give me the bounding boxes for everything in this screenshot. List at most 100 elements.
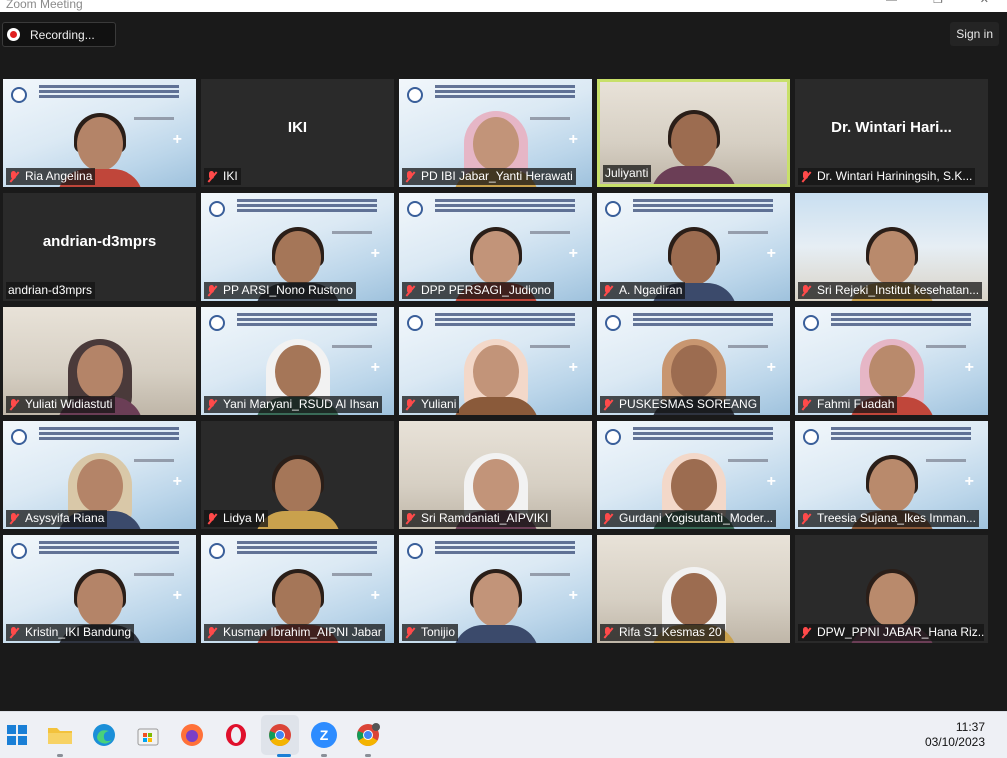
close-icon[interactable]: ✕ [980, 0, 989, 6]
recording-indicator[interactable]: Recording... [2, 22, 116, 47]
participant-name-label: PD IBI Jabar_Yanti Herawati [402, 168, 576, 185]
participant-name: Sri Ramdaniati_AIPVIKI [421, 511, 549, 525]
slide-logo [407, 543, 423, 559]
muted-mic-icon [206, 398, 218, 412]
slide-cross-icon: + [370, 587, 380, 604]
participant-tile[interactable]: + Asysyifa Riana [3, 421, 196, 529]
participant-tile[interactable]: + DPP PERSAGI_Judiono [399, 193, 592, 301]
participant-name: Yuliati Widiastuti [25, 397, 113, 411]
participant-name-label: PP ARSI_Nono Rustono [204, 282, 356, 299]
participant-tile[interactable]: + Kristin_IKI Bandung [3, 535, 196, 643]
participant-tile[interactable]: andrian-d3mprs andrian-d3mprs [3, 193, 196, 301]
participant-tile[interactable]: Sri Rejeki_Institut kesehatan... [795, 193, 988, 301]
maximize-icon[interactable]: ❐ [933, 0, 943, 6]
slide-text [435, 541, 575, 544]
participant-name-label: Yani Maryani_RSUD Al Ihsan [204, 396, 382, 413]
participant-name: A. Ngadiran [619, 283, 683, 297]
slide-cross-icon: + [964, 359, 974, 376]
opera-icon[interactable] [223, 722, 249, 748]
participant-tile[interactable]: Yuliati Widiastuti [3, 307, 196, 415]
participant-tile[interactable]: + PP ARSI_Nono Rustono [201, 193, 394, 301]
sign-in-button[interactable]: Sign in [950, 22, 999, 46]
slide-text [237, 199, 377, 202]
running-indicator [321, 754, 327, 757]
windows-start-icon[interactable] [4, 722, 30, 748]
muted-mic-icon [800, 398, 812, 412]
muted-mic-icon [602, 398, 614, 412]
participant-tile[interactable]: + PD IBI Jabar_Yanti Herawati [399, 79, 592, 187]
slide-cross-icon: + [568, 359, 578, 376]
participant-video-figure [452, 339, 539, 415]
slide-text [435, 199, 575, 202]
participant-display-name: Dr. Wintari Hari... [831, 119, 952, 136]
slide-cross-icon: + [172, 131, 182, 148]
participant-tile[interactable]: + Fahmi Fuadah [795, 307, 988, 415]
participant-name: IKI [223, 169, 238, 183]
participant-name: Yuliani [421, 397, 457, 411]
participant-tile[interactable]: + Yuliani [399, 307, 592, 415]
slide-cross-icon: + [766, 359, 776, 376]
participant-tile[interactable]: Juliyanti [597, 79, 790, 187]
slide-text [237, 541, 377, 544]
participant-tile[interactable]: DPW_PPNI JABAR_Hana Riz... [795, 535, 988, 643]
chrome-profile-icon[interactable] [355, 722, 381, 748]
store-icon[interactable] [135, 722, 161, 748]
slide-text [435, 85, 575, 88]
participant-tile[interactable]: Sri Ramdaniati_AIPVIKI [399, 421, 592, 529]
participant-name-label: Gurdani Yogisutanti_Moder... [600, 510, 777, 527]
muted-mic-icon [404, 512, 416, 526]
muted-mic-icon [404, 626, 416, 640]
participant-tile[interactable]: Lidya M [201, 421, 394, 529]
participant-tile[interactable]: + A. Ngadiran [597, 193, 790, 301]
muted-mic-icon [8, 398, 20, 412]
file-explorer-icon[interactable] [47, 722, 73, 748]
participant-name: DPW_PPNI JABAR_Hana Riz... [817, 625, 984, 639]
participant-name-label: Asysyifa Riana [6, 510, 108, 527]
muted-mic-icon [602, 626, 614, 640]
participant-tile[interactable]: + Tonijio [399, 535, 592, 643]
participant-tile[interactable]: + PUSKESMAS SOREANG [597, 307, 790, 415]
participant-tile[interactable]: + Treesia Sujana_Ikes Imman... [795, 421, 988, 529]
participant-name-label: Lidya M [204, 510, 269, 527]
muted-mic-icon [602, 512, 614, 526]
participant-name-label: Dr. Wintari Hariningsih, S.K... [798, 168, 976, 185]
slide-cross-icon: + [568, 245, 578, 262]
clock-date: 03/10/2023 [924, 735, 985, 749]
minimize-icon[interactable]: — [886, 0, 897, 6]
muted-mic-icon [8, 170, 20, 184]
slide-cross-icon: + [964, 473, 974, 490]
slide-text [831, 427, 971, 430]
system-clock[interactable]: 11:37 03/10/2023 [925, 720, 985, 750]
slide-text [39, 85, 179, 88]
participant-tile[interactable]: Rifa S1 Kesmas 20 [597, 535, 790, 643]
zoom-icon[interactable]: Z [311, 722, 337, 748]
participant-name: Kristin_IKI Bandung [25, 625, 132, 639]
muted-mic-icon [206, 170, 218, 184]
participant-name-label: Sri Rejeki_Institut kesehatan... [798, 282, 983, 299]
muted-mic-icon [404, 398, 416, 412]
slide-logo [11, 429, 27, 445]
muted-mic-icon [404, 170, 416, 184]
firefox-icon[interactable] [179, 722, 205, 748]
participant-name: PUSKESMAS SOREANG [619, 397, 758, 411]
participant-tile[interactable]: Dr. Wintari Hari... Dr. Wintari Harinings… [795, 79, 988, 187]
participant-name-label: Yuliati Widiastuti [6, 396, 116, 413]
slide-logo [605, 315, 621, 331]
participant-tile[interactable]: + Ria Angelina [3, 79, 196, 187]
participant-tile[interactable]: IKI IKI [201, 79, 394, 187]
slide-cross-icon: + [370, 245, 380, 262]
participant-name-label: A. Ngadiran [600, 282, 686, 299]
participant-name-label: DPW_PPNI JABAR_Hana Riz... [798, 624, 984, 641]
muted-mic-icon [602, 284, 614, 298]
clock-time: 11:37 [955, 720, 985, 734]
chrome-icon[interactable] [267, 722, 293, 748]
muted-mic-icon [8, 512, 20, 526]
participant-name-label: PUSKESMAS SOREANG [600, 396, 761, 413]
edge-icon[interactable] [91, 722, 117, 748]
participant-tile[interactable]: + Kusman Ibrahim_AIPNI Jabar [201, 535, 394, 643]
participant-name-label: Sri Ramdaniati_AIPVIKI [402, 510, 552, 527]
participant-name: Tonijio [421, 625, 456, 639]
participant-tile[interactable]: + Gurdani Yogisutanti_Moder... [597, 421, 790, 529]
slide-logo [11, 543, 27, 559]
participant-tile[interactable]: + Yani Maryani_RSUD Al Ihsan [201, 307, 394, 415]
